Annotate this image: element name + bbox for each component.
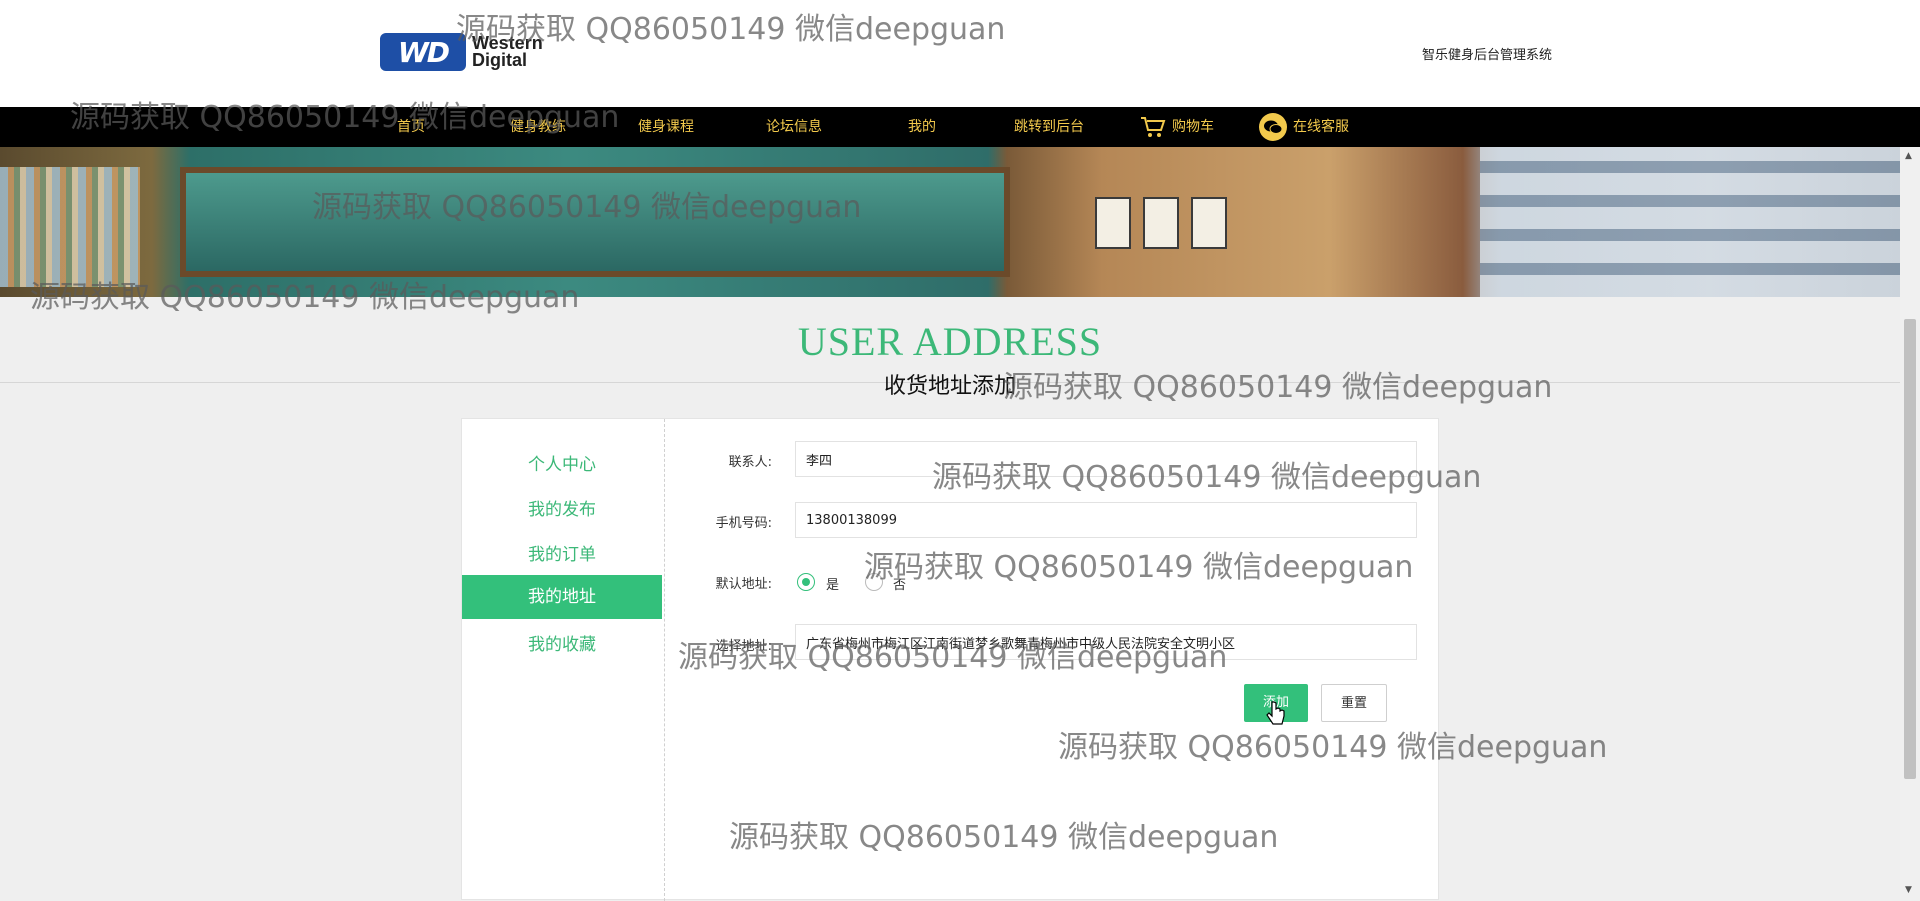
watermark: 源码获取 QQ86050149 微信deepguan [1058,730,1608,765]
site-name: 智乐健身后台管理系统 [1422,48,1553,63]
logo-text-line2: Digital [472,50,528,70]
watermark: 源码获取 QQ86050149 微信deepguan [864,550,1414,585]
nav-item-mine[interactable]: 我的 [908,107,936,147]
default-yes-radio[interactable] [797,573,815,591]
default-yes-label[interactable]: 是 [826,574,839,593]
sidebar-item-profile[interactable]: 个人中心 [462,443,662,487]
sidebar-item-orders[interactable]: 我的订单 [462,533,662,577]
nav-cart-label: 购物车 [1172,119,1214,135]
watermark: 源码获取 QQ86050149 微信deepguan [30,280,580,315]
user-sidebar: 个人中心 我的发布 我的订单 我的地址 我的收藏 [462,419,665,901]
watermark: 源码获取 QQ86050149 微信deepguan [729,820,1279,855]
sidebar-item-posts[interactable]: 我的发布 [462,488,662,532]
banner-bookshelf [0,167,140,287]
banner-posters [1095,197,1227,249]
section-title: USER ADDRESS [797,319,1103,364]
cart-icon [1141,117,1166,137]
sidebar-item-favorites[interactable]: 我的收藏 [462,623,662,667]
phone-input[interactable] [795,502,1417,538]
page-scrollbar[interactable]: ▲ ▼ [1900,147,1920,900]
banner-building [1480,147,1900,297]
logo-mark: WD [380,33,466,71]
section-subtitle: 收货地址添加 [883,374,1016,399]
nav-item-courses[interactable]: 健身课程 [638,107,694,147]
watermark: 源码获取 QQ86050149 微信deepguan [678,640,1228,675]
nav-item-admin[interactable]: 跳转到后台 [1014,107,1084,147]
phone-label: 手机号码: [715,516,772,531]
reset-button[interactable]: 重置 [1321,684,1387,722]
watermark: 源码获取 QQ86050149 微信deepguan [1003,370,1553,405]
scroll-up-icon[interactable]: ▲ [1905,151,1912,161]
scrollbar-thumb[interactable] [1904,319,1916,779]
chat-icon [1259,113,1287,141]
watermark: 源码获取 QQ86050149 微信deepguan [312,190,862,225]
nav-item-support[interactable]: 在线客服 [1259,107,1349,147]
sidebar-item-address[interactable]: 我的地址 [462,575,662,619]
watermark: 源码获取 QQ86050149 微信deepguan [456,12,1006,47]
nav-support-label: 在线客服 [1293,119,1349,135]
default-address-label: 默认地址: [715,577,772,592]
watermark: 源码获取 QQ86050149 微信deepguan [70,100,620,135]
nav-item-forum[interactable]: 论坛信息 [766,107,822,147]
nav-item-cart[interactable]: 购物车 [1140,107,1214,147]
scroll-down-icon[interactable]: ▼ [1905,885,1912,895]
watermark: 源码获取 QQ86050149 微信deepguan [932,460,1482,495]
contact-label: 联系人: [728,455,772,470]
